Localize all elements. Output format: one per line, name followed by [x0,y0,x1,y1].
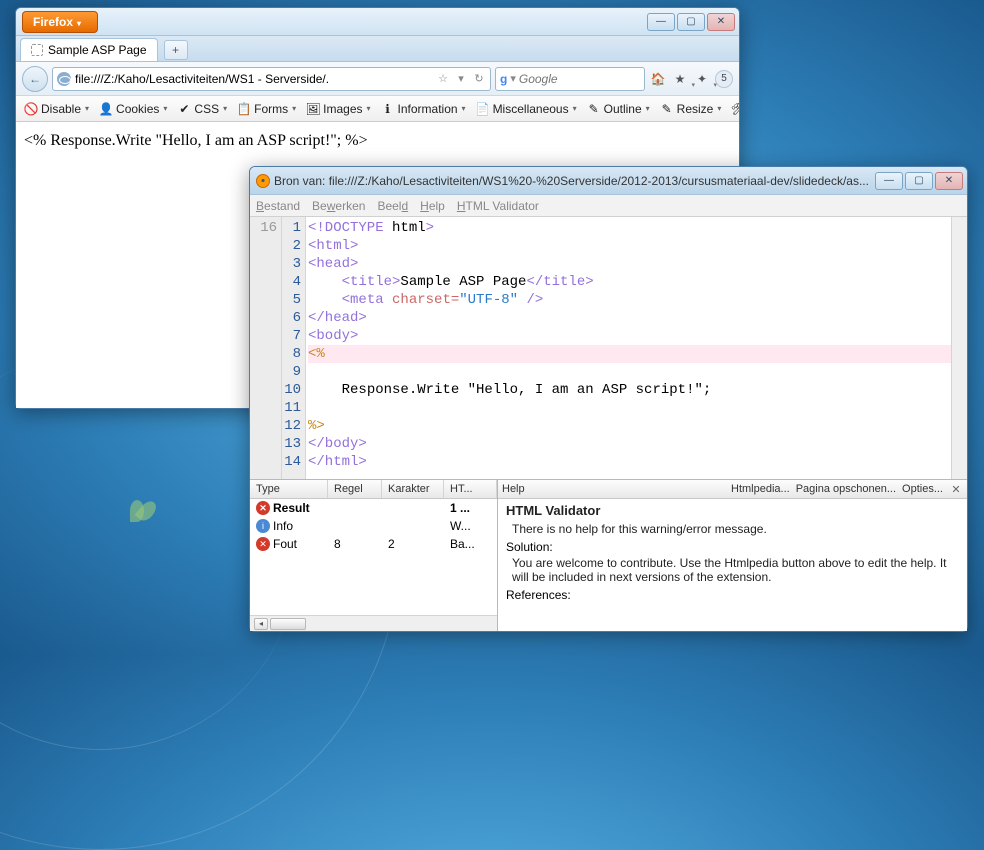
dev-css[interactable]: ✔CSS [173,100,231,118]
menu-help[interactable]: Help [420,199,445,213]
developer-toolbar: 🚫Disable 👤Cookies ✔CSS 📋Forms 🖼Images ℹI… [16,96,739,122]
extension-icon[interactable]: ✦ [693,70,711,88]
table-row[interactable]: ✕Fout82Ba... [250,535,497,553]
bookmarks-icon[interactable]: ★ [671,70,689,88]
col-type[interactable]: Type [250,480,328,498]
search-bar[interactable]: g ▾ [495,67,645,91]
col-ht[interactable]: HT... [444,480,497,498]
maximize-button[interactable]: ▢ [677,13,705,31]
dev-tools[interactable]: 🛠Too [727,100,739,118]
dev-images[interactable]: 🖼Images [302,100,374,118]
close-button[interactable]: ✕ [935,172,963,190]
col-karakter[interactable]: Karakter [382,480,444,498]
help-pane: Help Htmlpedia... Pagina opschonen... Op… [498,480,967,631]
pagina-opschonen-button[interactable]: Pagina opschonen... [796,483,896,495]
css-icon: ✔ [177,102,191,116]
source-titlebar: Bron van: file:///Z:/Kaho/Lesactiviteite… [250,167,967,195]
source-window: Bron van: file:///Z:/Kaho/Lesactiviteite… [249,166,968,632]
outline-icon: ✎ [587,102,601,116]
scroll-thumb[interactable] [270,618,306,630]
dev-miscellaneous[interactable]: 📄Miscellaneous [472,100,581,118]
home-icon[interactable]: 🏠 [649,70,667,88]
table-header: Type Regel Karakter HT... [250,480,497,499]
page-icon [31,44,43,56]
cookies-icon: 👤 [99,102,113,116]
help-title: HTML Validator [506,503,959,518]
firefox-menu-button[interactable]: Firefox [22,11,98,33]
table-row[interactable]: iInfoW... [250,517,497,535]
error-table-pane: Type Regel Karakter HT... ✕Result1 ...iI… [250,480,498,631]
help-solution-text: You are welcome to contribute. Use the H… [512,556,959,584]
source-title: Bron van: file:///Z:/Kaho/Lesactiviteite… [274,174,871,188]
code-column[interactable]: <!DOCTYPE html> <html> <head> <title>Sam… [306,217,951,479]
help-references-label: References: [506,588,959,602]
minimize-button[interactable]: — [875,172,903,190]
vertical-scrollbar[interactable] [951,217,967,479]
bookmark-star-icon[interactable]: ☆ [436,72,450,86]
misc-icon: 📄 [476,102,490,116]
help-pane-toolbar: Help Htmlpedia... Pagina opschonen... Op… [498,480,967,499]
htmlpedia-button[interactable]: Htmlpedia... [731,483,790,495]
search-engine-dropdown-icon[interactable]: ▾ [510,72,516,86]
help-body: HTML Validator There is no help for this… [498,499,967,631]
col-regel[interactable]: Regel [328,480,382,498]
help-header: Help [502,483,725,495]
minimize-button[interactable]: — [647,13,675,31]
gutter-line-numbers: 1234567891011121314 [282,217,306,479]
dev-forms[interactable]: 📋Forms [233,100,300,118]
disable-icon: 🚫 [24,102,38,116]
menu-bewerken[interactable]: Bewerken [312,199,365,213]
tab-sample-asp[interactable]: Sample ASP Page [20,38,158,61]
horizontal-scrollbar[interactable]: ◂ [250,615,497,631]
menu-bestand[interactable]: Bestand [256,199,300,213]
menu-html-validator[interactable]: HTML Validator [457,199,539,213]
table-row[interactable]: ✕Result1 ... [250,499,497,517]
badge-icon[interactable]: 5 [715,70,733,88]
source-menubar: Bestand Bewerken Beeld Help HTML Validat… [250,195,967,217]
back-button[interactable]: ← [22,66,48,92]
tab-strip: Sample ASP Page + [16,36,739,62]
reload-icon[interactable]: ↻ [472,72,486,86]
gutter-badge-column: 16 [250,217,282,479]
url-input[interactable] [75,72,432,86]
help-close-icon[interactable]: ✕ [949,482,963,496]
source-code-area: 16 1234567891011121314 <!DOCTYPE html> <… [250,217,967,479]
scroll-left-icon[interactable]: ◂ [254,618,268,630]
help-nohelp-text: There is no help for this warning/error … [512,522,959,536]
close-button[interactable]: ✕ [707,13,735,31]
tools-icon: 🛠 [731,102,739,116]
dev-cookies[interactable]: 👤Cookies [95,100,171,118]
error-icon: ✕ [256,501,270,515]
firefox-icon [256,174,270,188]
menu-beeld[interactable]: Beeld [377,199,408,213]
info-icon: i [256,519,270,533]
opties-button[interactable]: Opties... [902,483,943,495]
resize-icon: ✎ [660,102,674,116]
new-tab-button[interactable]: + [164,40,188,60]
dropdown-icon[interactable]: ▾ [454,72,468,86]
validator-panes: Type Regel Karakter HT... ✕Result1 ...iI… [250,479,967,631]
tab-label: Sample ASP Page [48,43,147,57]
forms-icon: 📋 [237,102,251,116]
nav-toolbar: ← ☆ ▾ ↻ g ▾ 🏠 ★ ✦ 5 [16,62,739,96]
table-body: ✕Result1 ...iInfoW...✕Fout82Ba... [250,499,497,615]
dev-information[interactable]: ℹInformation [377,100,470,118]
google-icon: g [500,72,507,86]
maximize-button[interactable]: ▢ [905,172,933,190]
firefox-titlebar: Firefox — ▢ ✕ [16,8,739,36]
page-text: <% Response.Write "Hello, I am an ASP sc… [24,132,368,149]
dev-resize[interactable]: ✎Resize [656,100,726,118]
dev-disable[interactable]: 🚫Disable [20,100,93,118]
dev-outline[interactable]: ✎Outline [583,100,654,118]
info-icon: ℹ [381,102,395,116]
globe-icon [57,72,71,86]
url-bar[interactable]: ☆ ▾ ↻ [52,67,491,91]
help-solution-label: Solution: [506,540,959,554]
images-icon: 🖼 [306,102,320,116]
error-icon: ✕ [256,537,270,551]
